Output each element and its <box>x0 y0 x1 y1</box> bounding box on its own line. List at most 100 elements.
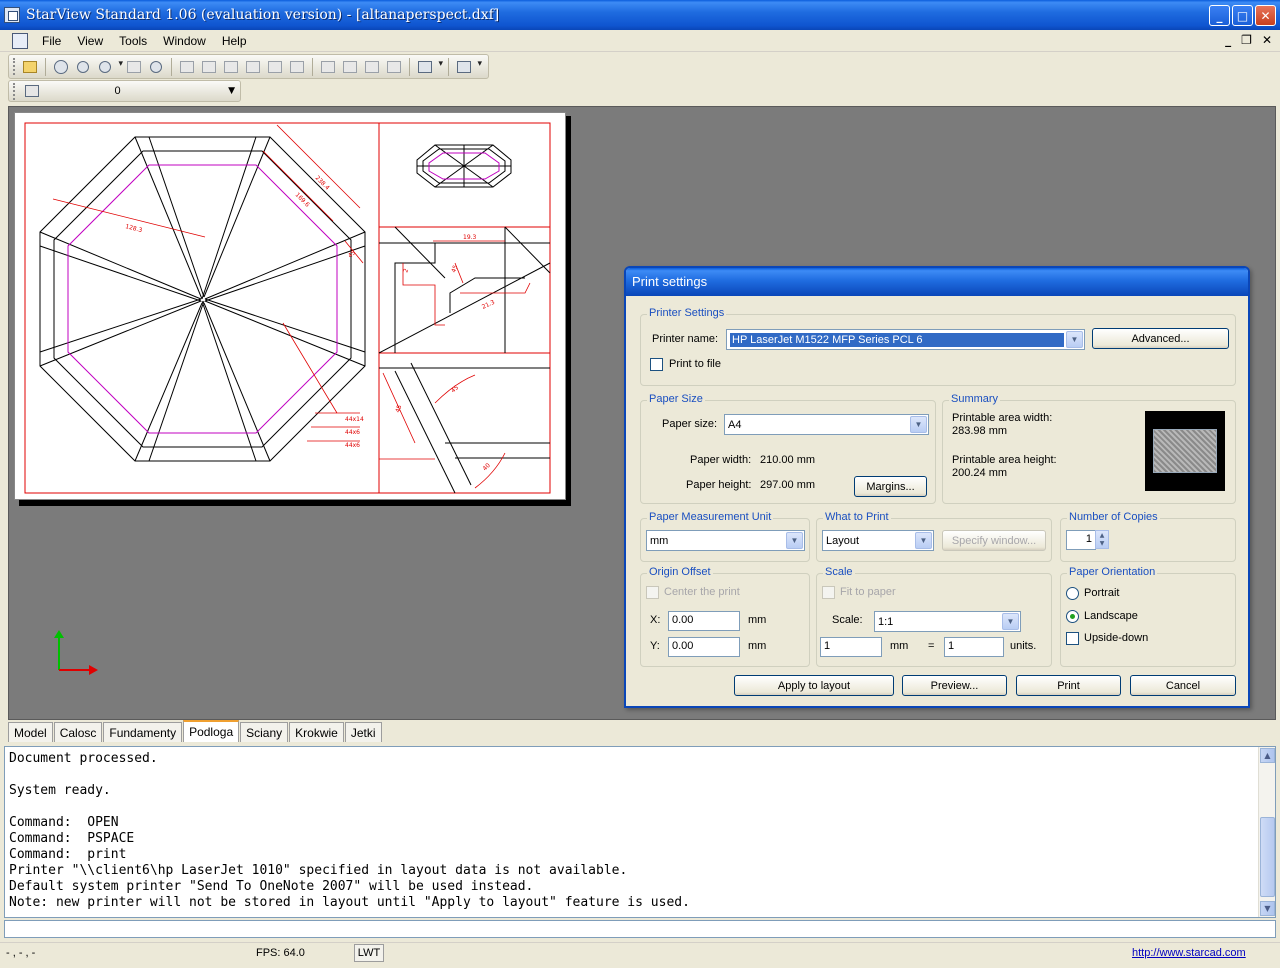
spin-down-icon[interactable]: ▼ <box>1100 540 1105 547</box>
zoom-window-icon[interactable] <box>95 57 123 77</box>
scale-units-input[interactable]: 1 <box>944 637 1004 657</box>
close-button[interactable]: ✕ <box>1255 5 1276 26</box>
iso-ne-icon[interactable] <box>362 57 382 77</box>
scale-label: Scale: <box>832 614 863 626</box>
tab-model[interactable]: Model <box>8 722 53 742</box>
scale-dropdown[interactable]: 1:1 ▼ <box>874 611 1021 632</box>
x-offset-unit: mm <box>748 614 767 626</box>
chevron-down-icon[interactable]: ▼ <box>786 532 803 549</box>
dimension-label: 40 <box>481 462 491 472</box>
menu-view[interactable]: View <box>69 34 111 48</box>
menu-help[interactable]: Help <box>214 34 255 48</box>
view-cube-icon[interactable] <box>454 57 482 77</box>
tab-podloga[interactable]: Podloga <box>183 720 240 742</box>
scroll-thumb[interactable] <box>1260 817 1275 897</box>
preview-button[interactable]: Preview... <box>902 675 1007 696</box>
orbit-icon[interactable] <box>124 57 144 77</box>
paper-width-label: Paper width: <box>690 454 752 466</box>
app-icon[interactable] <box>4 7 20 23</box>
group-legend: Scale <box>823 566 855 578</box>
menu-tools[interactable]: Tools <box>111 34 155 48</box>
group-legend: Paper Orientation <box>1067 566 1158 578</box>
copies-spinner[interactable]: ▲ ▼ <box>1095 530 1109 549</box>
toolbar-grip[interactable] <box>13 82 16 100</box>
print-button[interactable]: Print <box>1016 675 1121 696</box>
mdi-restore-button[interactable]: ❐ <box>1241 33 1252 47</box>
margins-button[interactable]: Margins... <box>854 476 927 497</box>
tab-jetki[interactable]: Jetki <box>344 722 382 742</box>
iso-nw-icon[interactable] <box>384 57 404 77</box>
view-left-icon[interactable] <box>221 57 241 77</box>
scroll-down-icon[interactable]: ▼ <box>1260 901 1275 916</box>
pan-icon[interactable] <box>51 57 71 77</box>
coordinates-readout: - , - , - <box>6 947 36 959</box>
fps-readout: FPS: 64.0 <box>256 947 305 959</box>
zoom-realtime-icon[interactable] <box>73 57 93 77</box>
scale-mm-input[interactable]: 1 <box>820 637 882 657</box>
view-bottom-icon[interactable] <box>287 57 307 77</box>
toolbar-separator <box>312 57 313 76</box>
dimension-label: 128.3 <box>125 223 144 234</box>
open-icon[interactable] <box>20 57 40 77</box>
iso-se-icon[interactable] <box>340 57 360 77</box>
chevron-down-icon[interactable]: ▼ <box>915 532 932 549</box>
upside-down-label: Upside-down <box>1084 632 1149 644</box>
view-top-icon[interactable] <box>265 57 285 77</box>
layout-paper[interactable]: 238.4 169.6 128.3 45 44x14 44x6 44x6 19.… <box>14 112 566 500</box>
tab-calosc[interactable]: Calosc <box>53 722 103 742</box>
chevron-down-icon[interactable]: ▼ <box>910 416 927 433</box>
mdi-minimize-button[interactable]: _ <box>1225 33 1231 47</box>
chevron-down-icon[interactable]: ▼ <box>1066 331 1083 348</box>
chevron-down-icon[interactable]: ▼ <box>228 86 235 96</box>
x-offset-input[interactable]: 0.00 <box>668 611 740 631</box>
chevron-down-icon[interactable]: ▼ <box>1002 613 1019 630</box>
toolbar-separator <box>409 57 410 76</box>
landscape-radio[interactable] <box>1066 610 1079 623</box>
center-print-checkbox[interactable] <box>646 586 659 599</box>
document-icon[interactable] <box>12 32 28 49</box>
measurement-unit-dropdown[interactable]: mm ▼ <box>646 530 805 551</box>
y-offset-input[interactable]: 0.00 <box>668 637 740 657</box>
command-input[interactable] <box>4 920 1276 938</box>
printer-name-label: Printer name: <box>652 333 719 345</box>
website-link[interactable]: http://www.starcad.com <box>1132 947 1246 959</box>
layer-value: 0 <box>114 85 121 97</box>
layers-icon <box>25 85 39 97</box>
view-back-icon[interactable] <box>199 57 219 77</box>
printer-name-dropdown[interactable]: HP LaserJet M1522 MFP Series PCL 6 ▼ <box>726 329 1085 350</box>
command-history[interactable]: Document processed. System ready. Comman… <box>4 746 1276 918</box>
maximize-button[interactable]: □ <box>1232 5 1253 26</box>
iso-sw-icon[interactable] <box>318 57 338 77</box>
view-right-icon[interactable] <box>243 57 263 77</box>
minimize-button[interactable]: _ <box>1209 5 1230 26</box>
printable-width-value: 283.98 mm <box>952 425 1008 437</box>
tab-krokwie[interactable]: Krokwie <box>289 722 344 742</box>
lwt-toggle[interactable]: LWT <box>354 944 384 962</box>
toolbar-grip[interactable] <box>13 58 16 75</box>
fit-to-paper-checkbox[interactable] <box>822 586 835 599</box>
shading-icon[interactable] <box>415 57 443 77</box>
print-to-file-checkbox[interactable] <box>650 358 663 371</box>
console-scrollbar[interactable]: ▲ ▼ <box>1258 747 1275 917</box>
mdi-close-button[interactable]: ✕ <box>1262 33 1272 47</box>
apply-to-layout-button[interactable]: Apply to layout <box>734 675 894 696</box>
what-to-print-dropdown[interactable]: Layout ▼ <box>822 530 934 551</box>
tab-sciany[interactable]: Sciany <box>240 722 289 742</box>
view-front-icon[interactable] <box>177 57 197 77</box>
menu-window[interactable]: Window <box>155 34 214 48</box>
portrait-radio[interactable] <box>1066 587 1079 600</box>
spin-up-icon[interactable]: ▲ <box>1100 532 1105 539</box>
cancel-button[interactable]: Cancel <box>1130 675 1236 696</box>
advanced-button[interactable]: Advanced... <box>1092 328 1229 349</box>
menu-file[interactable]: File <box>34 34 69 48</box>
layer-dropdown[interactable]: 0 ▼ <box>19 82 240 100</box>
printable-height-label: Printable area height: <box>952 454 1057 466</box>
specify-window-button[interactable]: Specify window... <box>942 530 1046 551</box>
copies-input[interactable]: 1 <box>1066 530 1096 550</box>
upside-down-checkbox[interactable] <box>1066 632 1079 645</box>
tab-fundamenty[interactable]: Fundamenty <box>103 722 183 742</box>
paper-size-dropdown[interactable]: A4 ▼ <box>724 414 929 435</box>
undo-view-icon[interactable] <box>146 57 166 77</box>
scale-equals: = <box>928 640 935 652</box>
scroll-up-icon[interactable]: ▲ <box>1260 748 1275 763</box>
